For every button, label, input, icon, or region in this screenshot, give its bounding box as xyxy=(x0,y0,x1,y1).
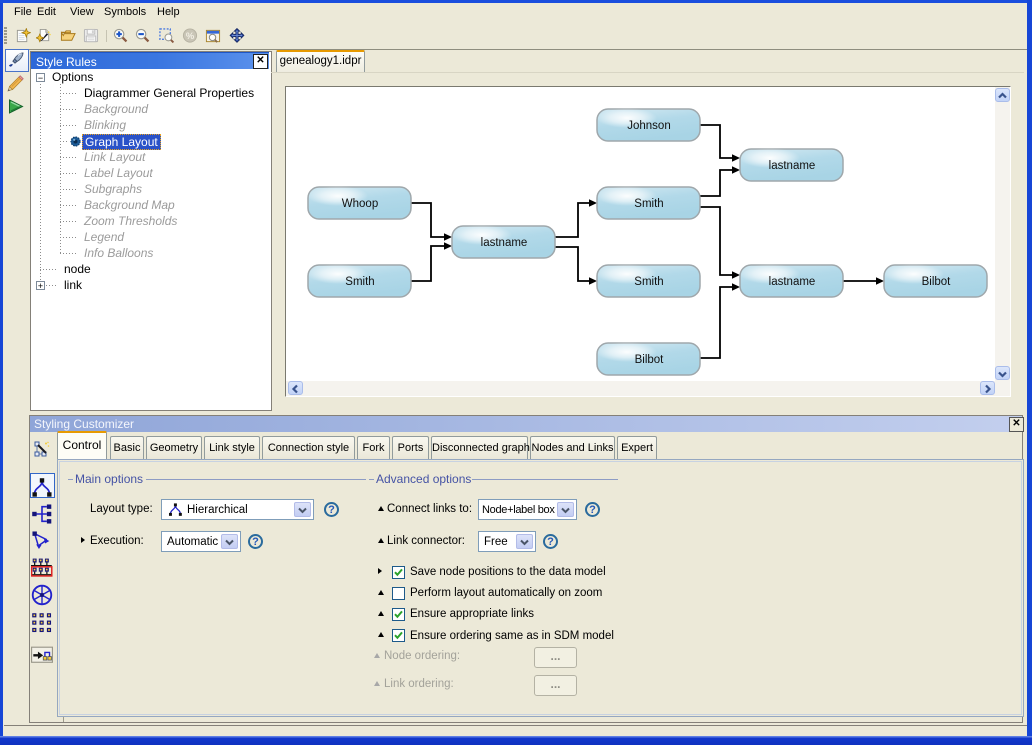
svg-text:Whoop: Whoop xyxy=(342,198,378,210)
svg-text:Smith: Smith xyxy=(345,276,374,288)
svg-text:lastname: lastname xyxy=(769,160,816,172)
svg-text:lastname: lastname xyxy=(481,237,528,249)
svg-text:Bilbot: Bilbot xyxy=(635,354,665,366)
svg-text:lastname: lastname xyxy=(769,276,816,288)
svg-text:Smith: Smith xyxy=(634,198,663,210)
svg-text:Johnson: Johnson xyxy=(627,120,670,132)
svg-text:Bilbot: Bilbot xyxy=(922,276,952,288)
svg-text:Smith: Smith xyxy=(634,276,663,288)
svg-text:%: % xyxy=(186,30,195,41)
